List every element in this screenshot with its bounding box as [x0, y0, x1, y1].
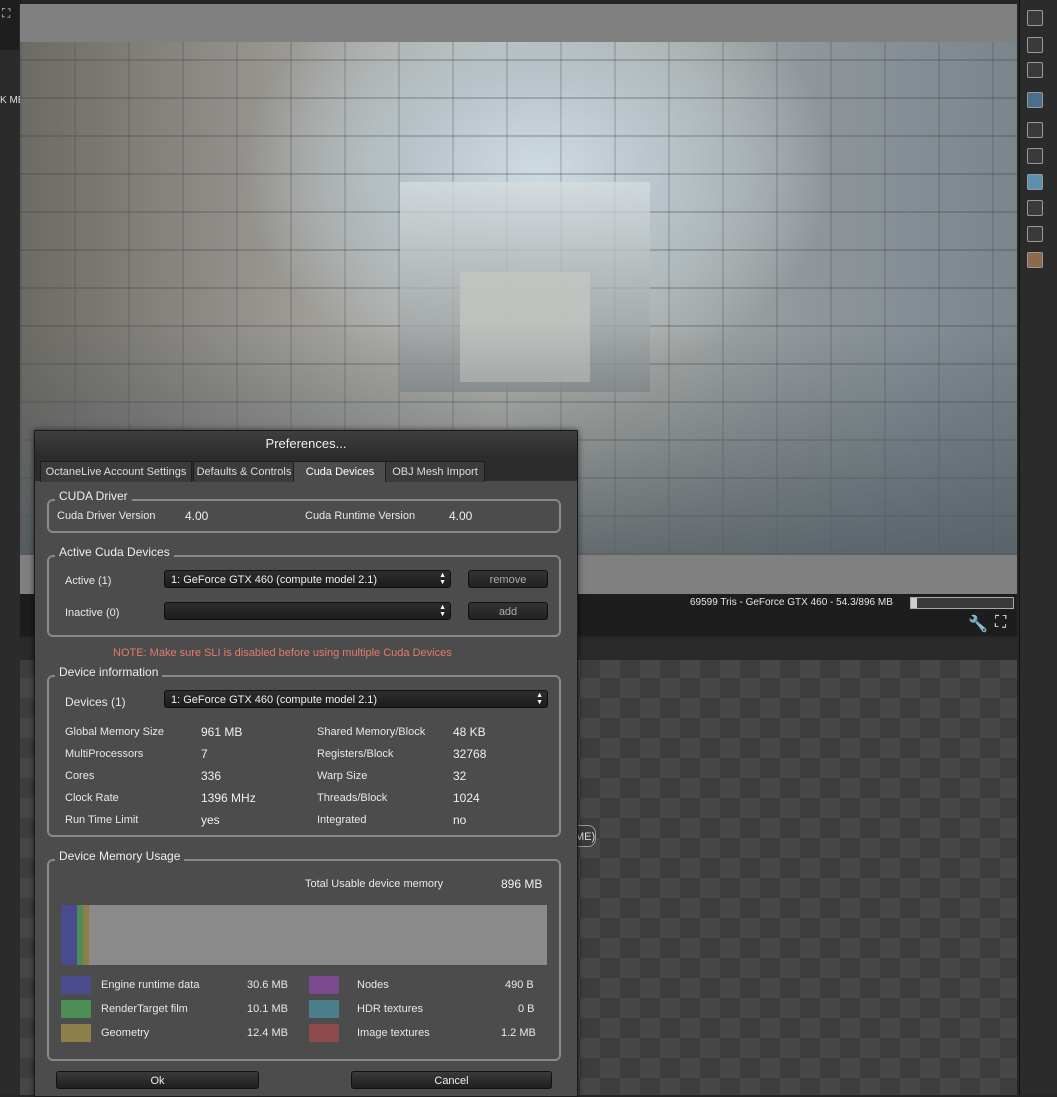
- total-memory-label: Total Usable device memory: [305, 878, 444, 890]
- material-icon[interactable]: [1027, 252, 1043, 268]
- info-label-registers: Registers/Block: [317, 748, 394, 760]
- runtime-version-label: Cuda Runtime Version: [305, 510, 416, 522]
- mem-value-nodes: 490 B: [505, 979, 534, 991]
- info-label-run-time-limit: Run Time Limit: [65, 814, 139, 826]
- driver-version-value: 4.00: [185, 509, 209, 523]
- mem-value-hdr-textures: 0 B: [518, 1003, 535, 1015]
- swatch-geometry: [61, 1024, 91, 1042]
- left-panel: [0, 0, 21, 1095]
- dialog-title: Preferences...: [35, 431, 577, 457]
- expand-icon[interactable]: ⛶: [2, 6, 10, 21]
- info-value-multiprocessors: 7: [201, 747, 208, 761]
- picture-icon[interactable]: [1027, 200, 1043, 216]
- tab-defaults-controls[interactable]: Defaults & Controls: [193, 461, 295, 482]
- info-value-cores: 336: [201, 769, 222, 783]
- stack-icon[interactable]: [1027, 62, 1043, 78]
- active-label: Active (1): [65, 575, 112, 587]
- memory-meter: [910, 597, 1014, 609]
- cuda-driver-legend: CUDA Driver: [55, 489, 132, 503]
- camera-settings-icon[interactable]: [1027, 10, 1043, 26]
- ok-button[interactable]: Ok: [56, 1071, 259, 1089]
- layers-icon[interactable]: [1027, 37, 1043, 53]
- info-value-warp-size: 32: [453, 769, 467, 783]
- active-devices-legend: Active Cuda Devices: [55, 545, 174, 559]
- left-panel-header: ⛶: [0, 0, 19, 50]
- info-value-global-memory: 961 MB: [201, 725, 243, 739]
- tab-obj-mesh-import[interactable]: OBJ Mesh Import: [385, 461, 485, 482]
- add-button[interactable]: add: [468, 602, 548, 620]
- swatch-engine-runtime: [61, 976, 91, 994]
- mem-label-nodes: Nodes: [357, 979, 389, 991]
- tab-cuda-devices[interactable]: Cuda Devices: [293, 461, 387, 482]
- inactive-device-select[interactable]: ▲ ▼: [164, 602, 451, 620]
- memory-usage-bar: [61, 905, 547, 965]
- info-label-clock-rate: Clock Rate: [65, 792, 119, 804]
- swatch-hdr-textures: [309, 1000, 339, 1018]
- active-devices-group: [47, 555, 561, 637]
- info-label-cores: Cores: [65, 770, 95, 782]
- cancel-button[interactable]: Cancel: [351, 1071, 552, 1089]
- info-value-integrated: no: [453, 813, 467, 827]
- select-arrows-icon: ▲ ▼: [439, 604, 446, 618]
- info-value-clock-rate: 1396 MHz: [201, 791, 256, 805]
- total-memory-value: 896 MB: [501, 877, 543, 891]
- info-value-run-time-limit: yes: [201, 813, 220, 827]
- inactive-label: Inactive (0): [65, 607, 120, 619]
- sli-note: NOTE: Make sure SLI is disabled before u…: [113, 647, 452, 659]
- driver-version-label: Cuda Driver Version: [57, 510, 156, 522]
- mem-value-geometry: 12.4 MB: [247, 1027, 288, 1039]
- mem-value-image-textures: 1.2 MB: [501, 1027, 536, 1039]
- select-arrows-icon: ▲ ▼: [536, 692, 543, 706]
- mem-label-rendertarget: RenderTarget film: [101, 1003, 188, 1015]
- mem-value-rendertarget: 10.1 MB: [247, 1003, 288, 1015]
- swatch-nodes: [309, 976, 339, 994]
- select-arrows-icon: ▲ ▼: [439, 572, 446, 586]
- device-info-legend: Device information: [55, 665, 163, 679]
- info-label-integrated: Integrated: [317, 814, 367, 826]
- info-value-shared-memory: 48 KB: [453, 725, 486, 739]
- swatch-rendertarget: [61, 1000, 91, 1018]
- preferences-dialog: Preferences... OctaneLive Account Settin…: [34, 430, 578, 1097]
- runtime-version-value: 4.00: [449, 509, 473, 523]
- wrench-icon[interactable]: 🔧: [968, 614, 988, 634]
- info-label-shared-memory: Shared Memory/Block: [317, 726, 426, 738]
- panel-icon[interactable]: [1027, 148, 1043, 164]
- info-value-registers: 32768: [453, 747, 487, 761]
- segment-geometry: [83, 905, 89, 965]
- mem-label-image-textures: Image textures: [357, 1027, 430, 1039]
- device-select[interactable]: 1: GeForce GTX 460 (compute model 2.1) ▲…: [164, 690, 548, 708]
- camera-icon[interactable]: [1027, 122, 1043, 138]
- info-value-threads-block: 1024: [453, 791, 480, 805]
- info-label-threads-block: Threads/Block: [317, 792, 388, 804]
- active-device-select[interactable]: 1: GeForce GTX 460 (compute model 2.1) ▲…: [164, 570, 451, 588]
- tree-icon[interactable]: [1027, 226, 1043, 242]
- mem-label-hdr-textures: HDR textures: [357, 1003, 424, 1015]
- right-toolbar: [1019, 0, 1057, 1095]
- tab-octanelive-account[interactable]: OctaneLive Account Settings: [40, 461, 192, 482]
- segment-engine-runtime: [61, 905, 77, 965]
- info-label-warp-size: Warp Size: [317, 770, 368, 782]
- mem-label-engine-runtime: Engine runtime data: [101, 979, 200, 991]
- swatch-image-textures: [309, 1024, 339, 1042]
- mem-label-geometry: Geometry: [101, 1027, 150, 1039]
- info-label-multiprocessors: MultiProcessors: [65, 748, 144, 760]
- fullscreen-icon[interactable]: ⛶: [995, 614, 1006, 632]
- remove-button[interactable]: remove: [468, 570, 548, 588]
- render-status: 69599 Tris - GeForce GTX 460 - 54.3/896 …: [690, 597, 893, 608]
- image-icon[interactable]: [1027, 92, 1043, 108]
- memory-usage-legend: Device Memory Usage: [55, 849, 185, 863]
- info-label-global-memory: Global Memory Size: [65, 726, 165, 738]
- database-icon[interactable]: [1027, 174, 1043, 190]
- devices-label: Devices (1): [65, 695, 126, 709]
- mem-value-engine-runtime: 30.6 MB: [247, 979, 288, 991]
